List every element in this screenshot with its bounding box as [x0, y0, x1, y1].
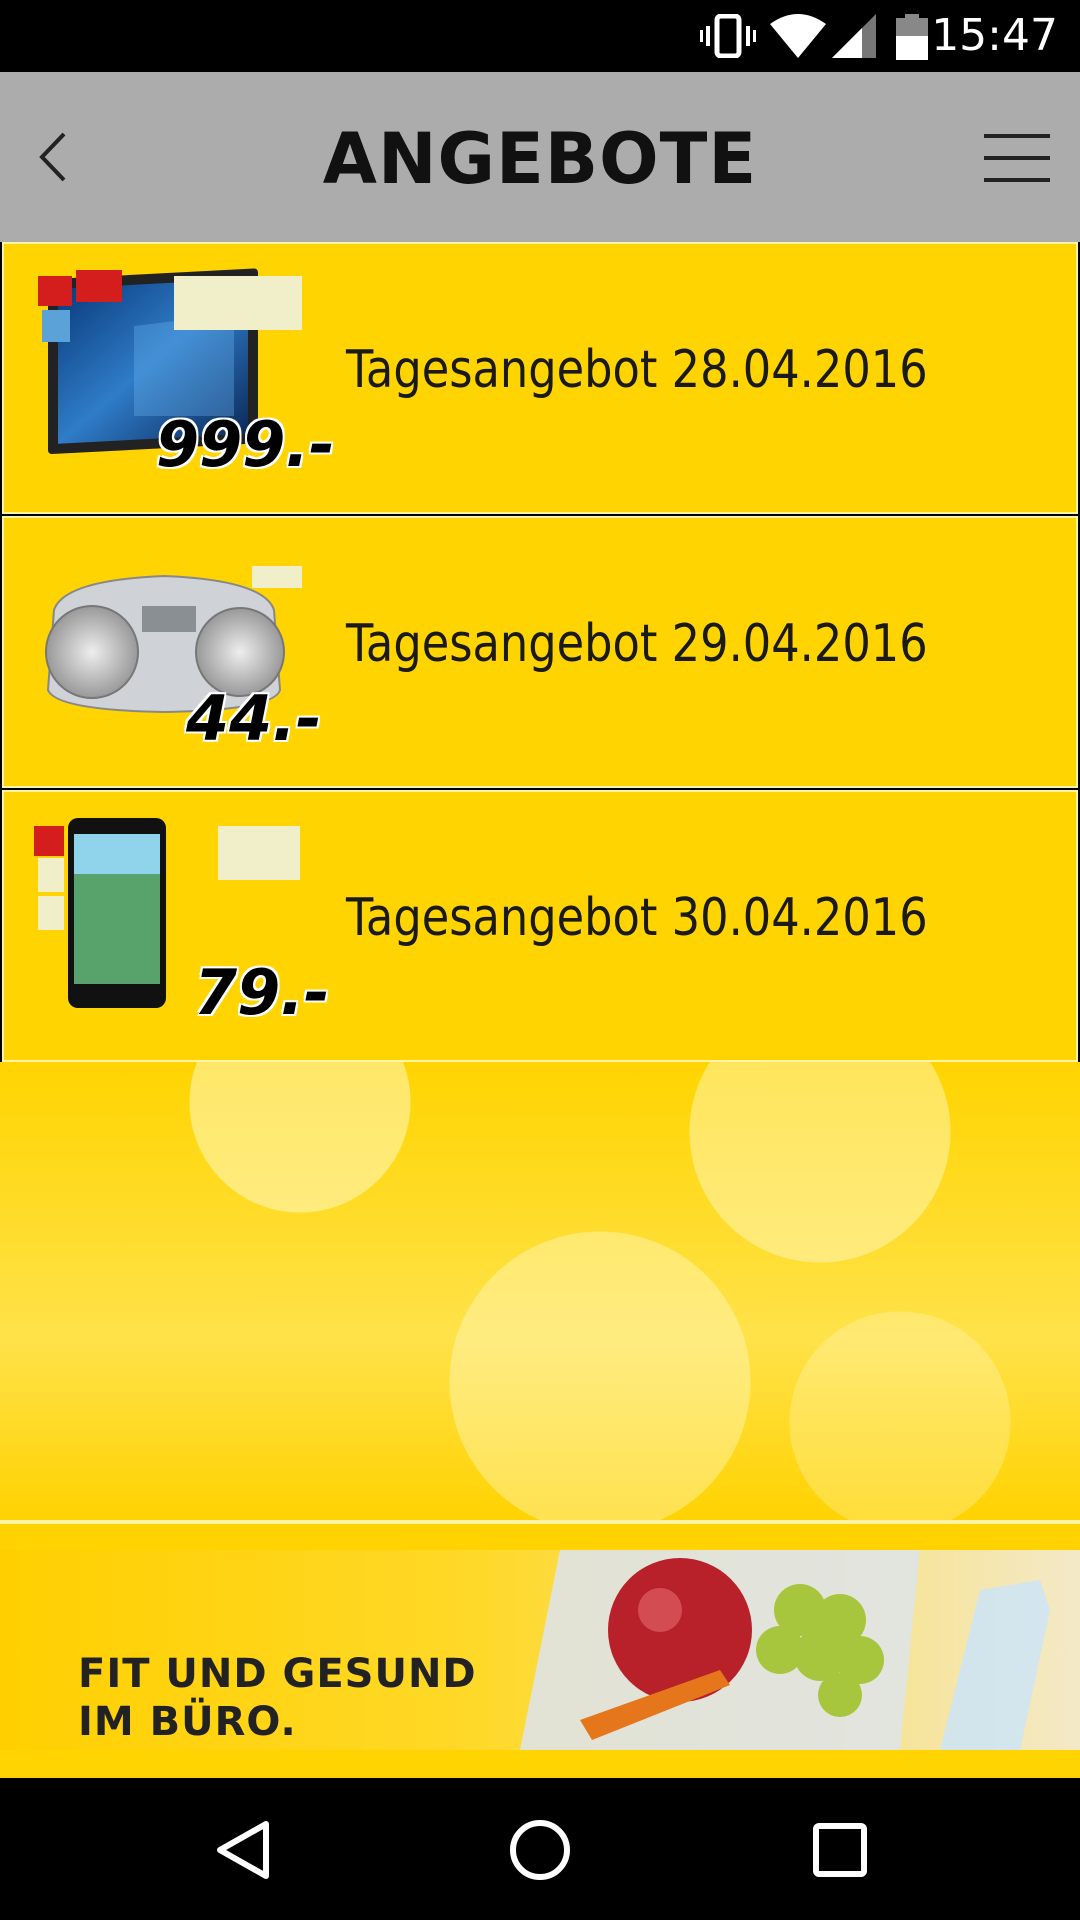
spacer	[0, 1750, 1080, 1778]
nav-back-icon[interactable]	[208, 1814, 280, 1886]
signal-icon	[832, 14, 876, 58]
hamburger-menu-icon[interactable]	[984, 130, 1054, 186]
healthy-food-image	[520, 1550, 1050, 1750]
wifi-icon	[770, 14, 826, 58]
offer-item-2[interactable]: 44.- Tagesangebot 29.04.2016	[2, 516, 1078, 788]
vibrate-icon	[700, 14, 756, 58]
offer-label: Tagesangebot 30.04.2016	[346, 888, 928, 948]
nav-recents-icon[interactable]	[804, 1814, 876, 1886]
offer-label: Tagesangebot 29.04.2016	[346, 614, 928, 674]
offer-price: 999.-	[156, 408, 335, 481]
nav-home-icon[interactable]	[504, 1814, 576, 1886]
offer-label: Tagesangebot 28.04.2016	[346, 340, 928, 400]
offer-price: 44.-	[186, 682, 322, 755]
background-bokeh	[0, 1062, 1080, 1522]
app-bar: ANGEBOTE	[0, 72, 1080, 242]
status-bar: 15:47	[0, 0, 1080, 72]
banner-headline: FIT UND GESUND IM BÜRO.	[78, 1650, 477, 1746]
banner-line-2: IM BÜRO.	[78, 1699, 297, 1745]
status-time: 15:47	[931, 10, 1058, 61]
offer-item-1[interactable]: 999.- Tagesangebot 28.04.2016	[2, 242, 1078, 514]
promo-banner[interactable]: FIT UND GESUND IM BÜRO.	[0, 1550, 1080, 1750]
offer-item-3[interactable]: 79.- Tagesangebot 30.04.2016	[2, 790, 1078, 1062]
offer-price: 79.-	[194, 956, 330, 1029]
navigation-bar	[0, 1778, 1080, 1920]
banner-line-1: FIT UND GESUND	[78, 1651, 477, 1697]
page-title: ANGEBOTE	[322, 118, 758, 200]
spacer	[0, 1524, 1080, 1550]
battery-icon	[896, 14, 928, 60]
